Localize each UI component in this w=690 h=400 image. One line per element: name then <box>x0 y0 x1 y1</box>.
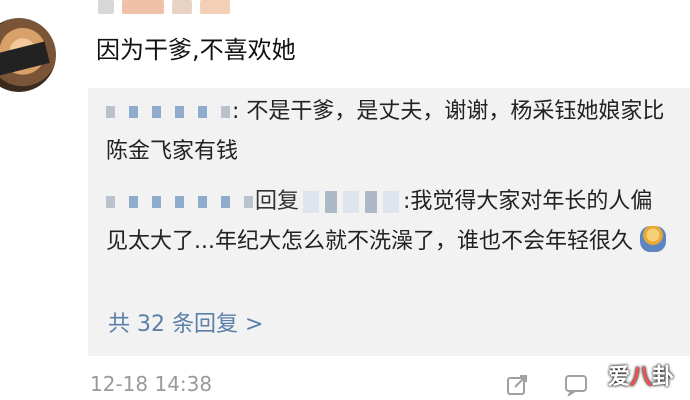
blur-block <box>175 106 184 118</box>
blurred-reply-target <box>303 191 400 213</box>
reply-thread: : 不是干爹，是丈夫，谢谢，杨采钰她娘家比陈金飞家有钱 回复 :我觉得大家对年长… <box>88 88 690 356</box>
blur-block <box>198 196 207 208</box>
blur-block <box>244 196 253 208</box>
blur-block <box>221 106 230 118</box>
comment-text: 因为干爹,不喜欢她 <box>96 36 296 64</box>
share-icon[interactable] <box>506 374 530 396</box>
blur-block <box>200 0 230 14</box>
blur-block <box>129 106 138 118</box>
blur-block <box>325 191 338 213</box>
blur-block <box>343 191 360 213</box>
blur-block <box>383 191 400 213</box>
reply-item[interactable]: : 不是干爹，是丈夫，谢谢，杨采钰她娘家比陈金飞家有钱 <box>106 92 670 172</box>
blur-block <box>152 106 161 118</box>
comment-timestamp: 12-18 14:38 <box>90 372 213 396</box>
watermark-char: 八 <box>629 365 652 390</box>
site-watermark: 爱八卦 <box>592 356 690 400</box>
shrug-emoji-icon <box>639 226 666 252</box>
view-more-replies-link[interactable]: 共 32 条回复 > <box>108 310 263 340</box>
blur-block <box>172 0 192 14</box>
reply-action-label: 回复 <box>255 189 300 214</box>
blur-block <box>365 191 378 213</box>
blurred-reply-author <box>106 196 253 208</box>
watermark-char: 爱 <box>607 365 630 390</box>
blur-block <box>198 106 207 118</box>
comment-icon[interactable] <box>564 374 588 396</box>
blurred-reply-author <box>106 106 230 118</box>
blur-block <box>152 196 161 208</box>
reply-item[interactable]: 回复 :我觉得大家对年长的人偏见太大了...年纪大怎么就不洗澡了，谁也不会年轻很… <box>106 182 670 262</box>
blur-block <box>129 196 138 208</box>
avatar-badge-decoration <box>0 41 50 77</box>
avatar[interactable] <box>0 18 56 92</box>
blur-block <box>106 106 115 118</box>
blur-block <box>221 196 230 208</box>
blur-block <box>106 196 115 208</box>
blur-block <box>122 0 164 14</box>
blur-block <box>303 191 320 213</box>
watermark-char: 卦 <box>652 365 675 390</box>
blurred-username <box>98 0 236 18</box>
blur-block <box>175 196 184 208</box>
blur-block <box>98 0 114 14</box>
